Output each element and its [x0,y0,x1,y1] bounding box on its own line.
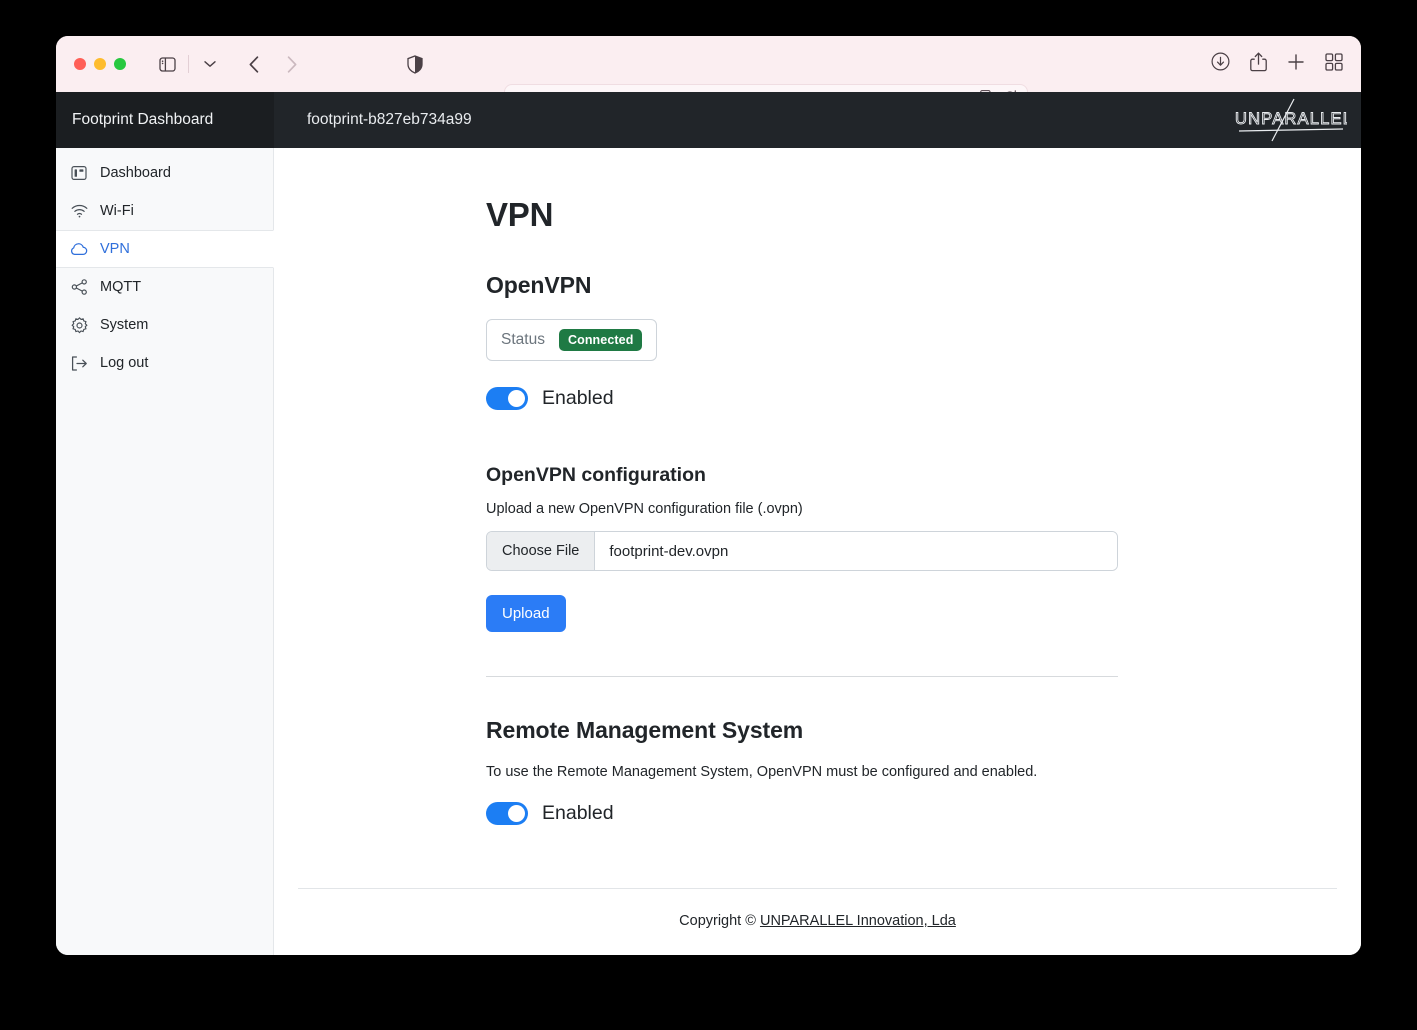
app-title: Footprint Dashboard [72,111,214,128]
wifi-icon [70,202,88,220]
close-window-button[interactable] [74,58,86,70]
file-input[interactable]: Choose File footprint-dev.ovpn [486,531,1118,571]
dashboard-icon [70,164,88,182]
company-link[interactable]: UNPARALLEL Innovation, Lda [760,913,956,929]
browser-navigation [152,50,307,78]
back-arrow-icon[interactable] [239,50,269,78]
sidebar-item-wifi[interactable]: Wi-Fi [56,192,273,230]
downloads-icon[interactable] [1211,52,1230,76]
copyright-text: Copyright © UNPARALLEL Innovation, Lda [298,913,1337,929]
minimize-window-button[interactable] [94,58,106,70]
section-divider [486,676,1118,677]
sidebar-item-label: Log out [100,355,149,371]
browser-window: 192.168.50.1/vpn A \u6587 [56,36,1361,955]
maximize-window-button[interactable] [114,58,126,70]
footer: Copyright © UNPARALLEL Innovation, Lda [298,888,1337,929]
logout-icon [70,354,88,372]
sidebar: Dashboard Wi-Fi VPN MQTT System Log out [56,148,274,955]
brand-cell: Footprint Dashboard [56,92,274,148]
main-content: VPN OpenVPN Status Connected Enabled Ope… [274,148,1361,955]
plus-icon[interactable] [1287,53,1305,76]
logo-wordmark: UNPARALLEL [1235,110,1347,128]
window-controls [74,58,126,70]
browser-actions [1211,52,1343,77]
status-box: Status Connected [486,319,658,361]
share-network-icon [70,278,88,296]
sidebar-toggle-icon[interactable] [152,50,182,78]
status-badge: Connected [558,329,643,351]
sidebar-item-label: Wi-Fi [100,203,134,219]
app-body: Dashboard Wi-Fi VPN MQTT System Log out … [56,148,1361,955]
sidebar-item-logout[interactable]: Log out [56,344,273,382]
selected-file-name: footprint-dev.ovpn [595,532,1117,570]
unparallel-logo: UNPARALLEL [1227,98,1352,142]
openvpn-enabled-toggle[interactable] [486,387,528,410]
footer-divider [298,888,1337,889]
app-header: Footprint Dashboard footprint-b827eb734a… [56,92,1361,148]
rms-enabled-label: Enabled [542,802,614,824]
rms-section-title: Remote Management System [486,717,804,743]
rms-enabled-row: Enabled [486,802,1118,825]
sidebar-item-vpn[interactable]: VPN [56,230,274,268]
sidebar-item-label: VPN [100,241,130,257]
sidebar-item-label: Dashboard [100,165,171,181]
chevron-down-icon[interactable] [195,50,225,78]
forward-arrow-icon[interactable] [277,50,307,78]
sidebar-item-mqtt[interactable]: MQTT [56,268,273,306]
config-helper-text: Upload a new OpenVPN configuration file … [486,501,803,517]
sidebar-item-system[interactable]: System [56,306,273,344]
openvpn-section-title: OpenVPN [486,272,592,298]
cloud-icon [70,240,88,258]
rms-description: To use the Remote Management System, Ope… [486,764,1038,780]
device-id: footprint-b827eb734a99 [307,111,472,128]
choose-file-button[interactable]: Choose File [487,532,596,570]
page-title: VPN [486,196,554,233]
gear-icon [70,316,88,334]
status-label: Status [501,331,545,348]
rms-enabled-toggle[interactable] [486,802,528,825]
sidebar-item-label: System [100,317,149,333]
copyright-prefix: Copyright © [679,913,760,929]
openvpn-enabled-label: Enabled [542,387,614,409]
upload-button[interactable]: Upload [486,595,566,632]
openvpn-enabled-row: Enabled [486,387,1118,410]
share-icon[interactable] [1250,52,1267,77]
browser-toolbar: 192.168.50.1/vpn A \u6587 [56,36,1361,115]
tab-overview-icon[interactable] [1325,52,1343,76]
sidebar-item-dashboard[interactable]: Dashboard [56,154,273,192]
privacy-shield-icon[interactable] [407,54,423,74]
sidebar-item-label: MQTT [100,279,142,295]
config-section-title: OpenVPN configuration [486,464,706,486]
toolbar-divider [188,55,189,73]
